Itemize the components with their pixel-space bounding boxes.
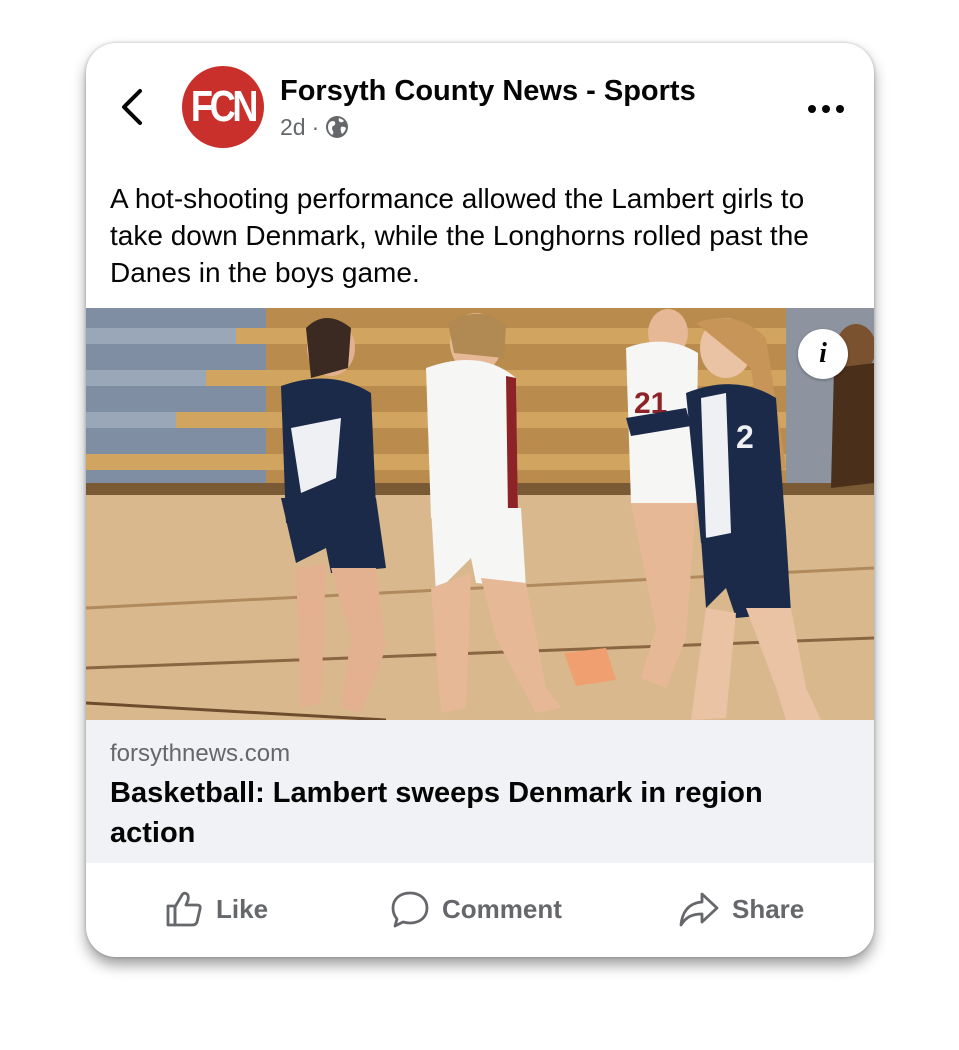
post-card: FCN Forsyth County News - Sports 2d · A …: [86, 43, 874, 957]
share-button[interactable]: Share: [678, 889, 804, 929]
basketball-photo-illustration: 21 2: [86, 308, 874, 720]
info-button[interactable]: i: [798, 329, 848, 379]
globe-icon: [326, 116, 349, 138]
like-button[interactable]: Like: [164, 889, 268, 929]
comment-icon: [391, 891, 429, 928]
post-time[interactable]: 2d: [280, 113, 306, 141]
logo-text: FCN: [190, 82, 259, 131]
action-bar: Like Comment Share: [86, 863, 874, 957]
post-header: FCN Forsyth County News - Sports 2d ·: [86, 43, 874, 173]
link-preview[interactable]: forsythnews.com Basketball: Lambert swee…: [86, 720, 874, 863]
page-name[interactable]: Forsyth County News - Sports: [280, 73, 696, 109]
post-photo[interactable]: 21 2 i: [86, 308, 874, 720]
page-avatar[interactable]: FCN: [182, 66, 264, 148]
link-title: Basketball: Lambert sweeps Denmark in re…: [110, 777, 763, 849]
info-icon: i: [819, 338, 827, 369]
like-label: Like: [216, 894, 269, 924]
post-meta: 2d ·: [280, 113, 349, 141]
comment-label: Comment: [442, 894, 562, 924]
share-label: Share: [732, 894, 805, 924]
share-arrow-icon: [679, 892, 719, 927]
post-caption: A hot-shooting performance allowed the L…: [110, 183, 809, 288]
thumbs-up-icon: [166, 891, 202, 927]
chevron-left-icon[interactable]: [120, 87, 144, 127]
comment-button[interactable]: Comment: [390, 889, 562, 929]
jersey-number-right: 2: [736, 419, 754, 455]
link-domain: forsythnews.com: [110, 740, 291, 767]
meta-separator: ·: [311, 114, 320, 140]
more-horizontal-icon[interactable]: [804, 97, 848, 121]
